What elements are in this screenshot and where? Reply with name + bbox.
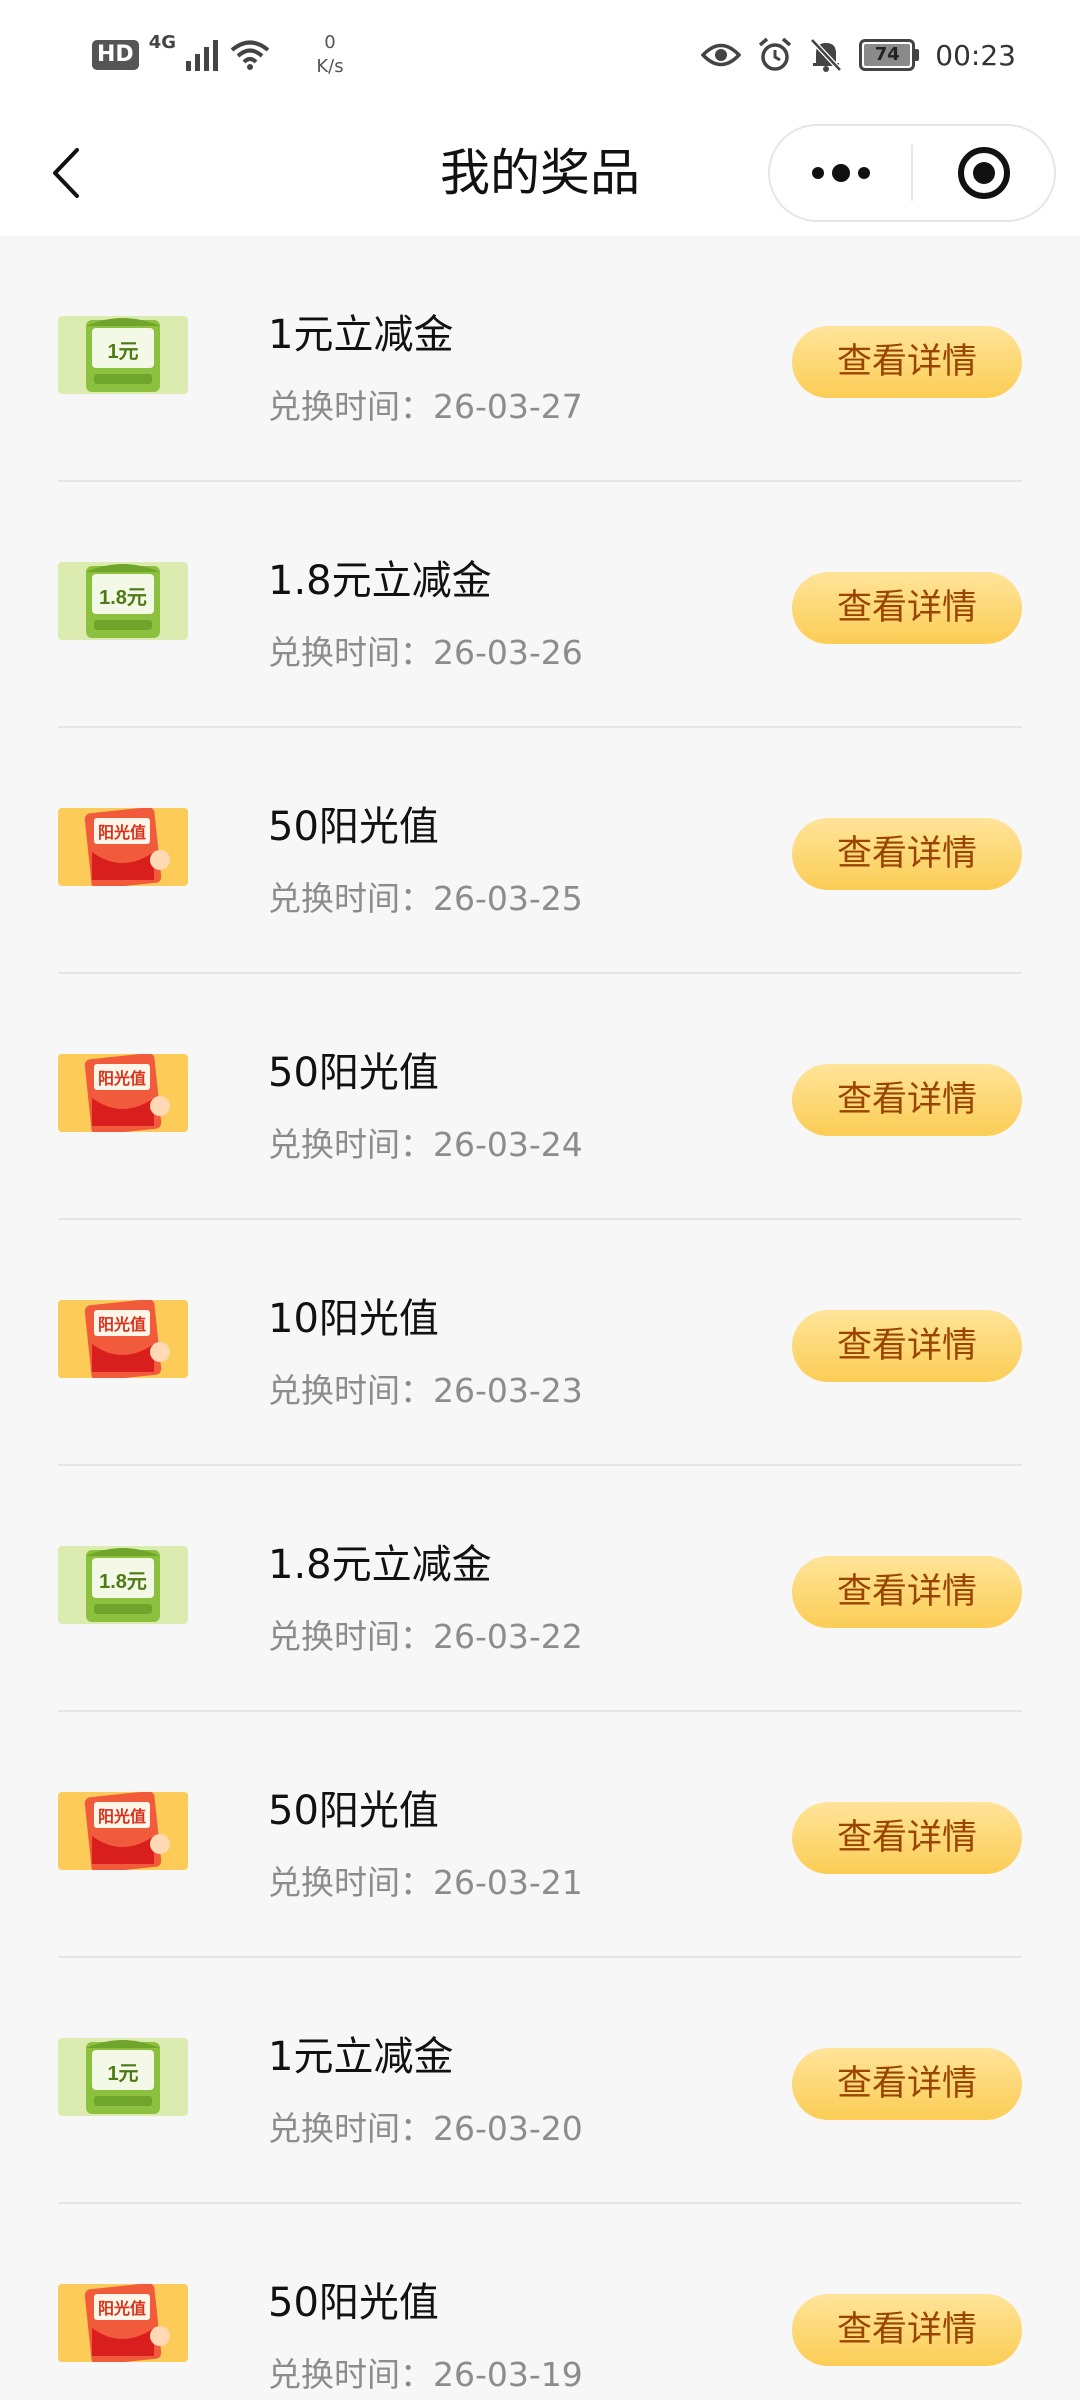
view-details-button[interactable]: 查看详情	[792, 818, 1022, 890]
svg-text:阳光值: 阳光值	[98, 1807, 146, 1826]
view-details-button[interactable]: 查看详情	[792, 572, 1022, 644]
prize-name: 50阳光值	[268, 2280, 439, 2326]
redeem-time: 兑换时间：26-03-27	[268, 387, 583, 426]
redeem-time: 兑换时间：26-03-25	[268, 879, 583, 918]
view-details-button[interactable]: 查看详情	[792, 326, 1022, 398]
eye-icon	[701, 43, 742, 67]
green-coupon-icon: 1元	[58, 2038, 188, 2116]
clock: 00:23	[935, 38, 1016, 72]
prize-name: 1元立减金	[268, 312, 454, 358]
prize-item: 阳光值 50阳光值 兑换时间：26-03-24 查看详情	[0, 974, 1080, 1220]
prize-item: 阳光值 50阳光值 兑换时间：26-03-21 查看详情	[0, 1712, 1080, 1958]
target-close-icon	[957, 147, 1010, 199]
status-right: 74 00:23	[701, 30, 1016, 80]
prize-item: 1元 1元立减金 兑换时间：26-03-27 查看详情	[0, 236, 1080, 482]
miniprogram-capsule	[768, 124, 1056, 222]
red-envelope-icon: 阳光值	[58, 1300, 188, 1378]
signal-icon	[186, 40, 218, 71]
svg-text:阳光值: 阳光值	[98, 1315, 146, 1334]
prize-name: 1.8元立减金	[268, 558, 492, 604]
svg-text:1.8元: 1.8元	[99, 587, 147, 609]
prize-name: 1.8元立减金	[268, 1542, 492, 1588]
nav-header: 我的奖品	[0, 110, 1080, 236]
view-details-button[interactable]: 查看详情	[792, 1556, 1022, 1628]
prize-item: 阳光值 50阳光值 兑换时间：26-03-25 查看详情	[0, 728, 1080, 974]
redeem-time: 兑换时间：26-03-22	[268, 1617, 583, 1656]
svg-text:1元: 1元	[107, 2063, 138, 2085]
prize-list: 1元 1元立减金 兑换时间：26-03-27 查看详情 1.8元 1.8元立减金…	[0, 236, 1080, 2400]
prize-name: 10阳光值	[268, 1296, 439, 1342]
prize-name: 50阳光值	[268, 804, 439, 850]
prize-item: 1.8元 1.8元立减金 兑换时间：26-03-22 查看详情	[0, 1466, 1080, 1712]
red-envelope-icon: 阳光值	[58, 1054, 188, 1132]
view-details-button[interactable]: 查看详情	[792, 1064, 1022, 1136]
back-button[interactable]	[36, 140, 96, 206]
redeem-time: 兑换时间：26-03-24	[268, 1125, 583, 1164]
redeem-time: 兑换时间：26-03-20	[268, 2109, 583, 2148]
redeem-time: 兑换时间：26-03-26	[268, 633, 583, 672]
prize-name: 50阳光值	[268, 1050, 439, 1096]
battery-icon: 74	[859, 39, 920, 71]
red-envelope-icon: 阳光值	[58, 1792, 188, 1870]
prize-item: 阳光值 10阳光值 兑换时间：26-03-23 查看详情	[0, 1220, 1080, 1466]
svg-text:阳光值: 阳光值	[98, 1069, 146, 1088]
hd-icon: HD	[92, 40, 139, 70]
view-details-button[interactable]: 查看详情	[792, 1802, 1022, 1874]
green-coupon-icon: 1.8元	[58, 562, 188, 640]
redeem-time: 兑换时间：26-03-21	[268, 1863, 583, 1902]
speed-unit: K/s	[316, 56, 344, 77]
green-coupon-icon: 1.8元	[58, 1546, 188, 1624]
network-type: 4G	[148, 32, 176, 53]
prize-item: 1.8元 1.8元立减金 兑换时间：26-03-26 查看详情	[0, 482, 1080, 728]
view-details-button[interactable]: 查看详情	[792, 2294, 1022, 2366]
redeem-time: 兑换时间：26-03-19	[268, 2355, 583, 2394]
speed-value: 0	[324, 32, 336, 53]
svg-text:1.8元: 1.8元	[99, 1571, 147, 1593]
red-envelope-icon: 阳光值	[58, 2284, 188, 2362]
more-dots-icon	[811, 164, 870, 182]
battery-level: 74	[864, 44, 911, 66]
chevron-left-icon	[53, 148, 79, 198]
redeem-time: 兑换时间：26-03-23	[268, 1371, 583, 1410]
red-envelope-icon: 阳光值	[58, 808, 188, 886]
view-details-button[interactable]: 查看详情	[792, 2048, 1022, 2120]
bell-muted-icon	[810, 38, 843, 72]
prize-name: 1元立减金	[268, 2034, 454, 2080]
more-button[interactable]	[770, 126, 911, 220]
svg-text:1元: 1元	[107, 341, 138, 363]
alarm-icon	[759, 37, 792, 71]
prize-item: 1元 1元立减金 兑换时间：26-03-20 查看详情	[0, 1958, 1080, 2204]
status-bar: HD 4G 0 K/s 74 00:23	[0, 0, 1080, 110]
close-miniprogram-button[interactable]	[913, 126, 1054, 220]
view-details-button[interactable]: 查看详情	[792, 1310, 1022, 1382]
status-left: HD 4G 0 K/s	[92, 30, 350, 80]
network-speed: 0 K/s	[310, 31, 350, 79]
svg-text:阳光值: 阳光值	[98, 2299, 146, 2318]
prize-item: 阳光值 50阳光值 兑换时间：26-03-19 查看详情	[0, 2204, 1080, 2400]
prize-name: 50阳光值	[268, 1788, 439, 1834]
svg-text:阳光值: 阳光值	[98, 823, 146, 842]
green-coupon-icon: 1元	[58, 316, 188, 394]
wifi-icon	[230, 40, 270, 70]
